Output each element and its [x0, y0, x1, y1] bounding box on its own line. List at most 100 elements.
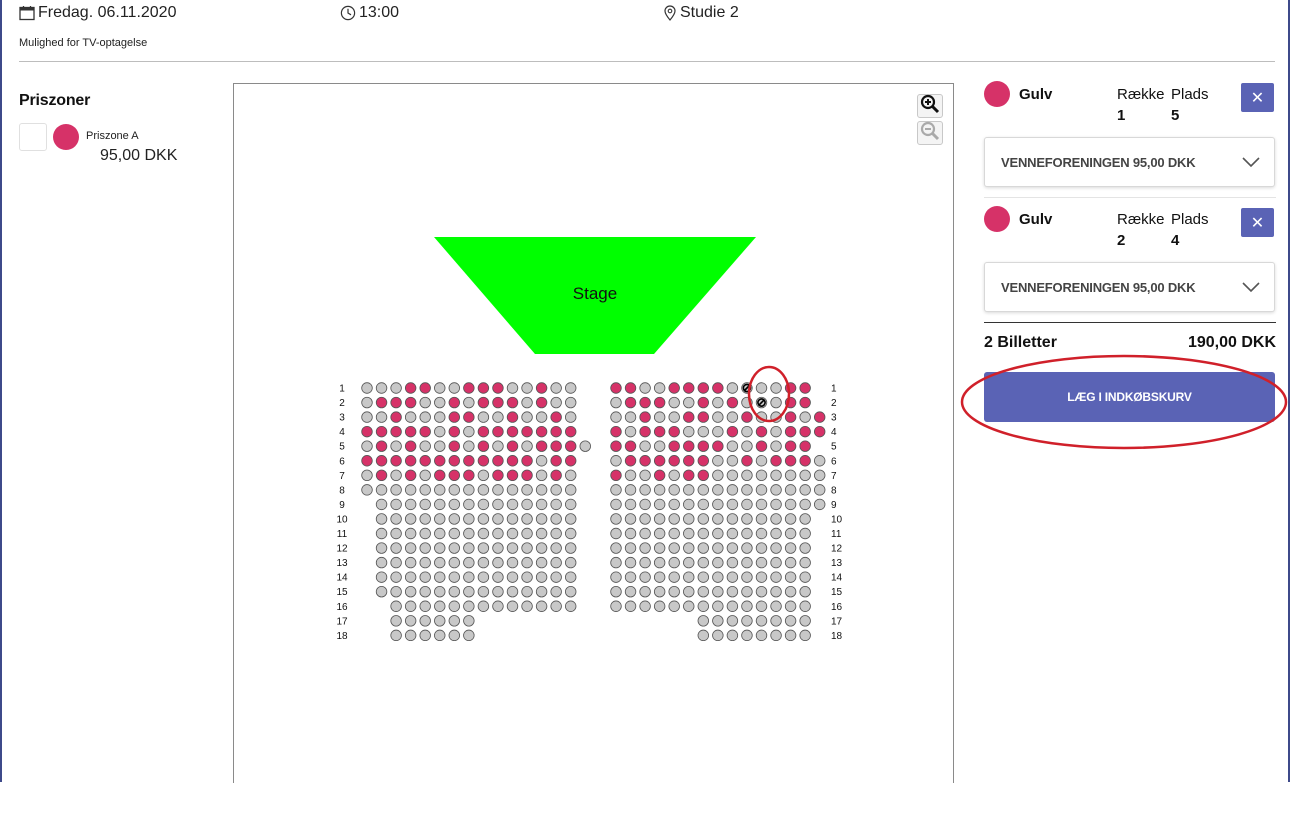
pricezone-item[interactable]: Priszone A 95,00 DKK	[19, 123, 219, 164]
seat[interactable]	[390, 469, 402, 482]
seat[interactable]	[755, 513, 768, 525]
seat[interactable]	[477, 571, 490, 583]
seat[interactable]	[770, 440, 782, 452]
seat[interactable]	[404, 469, 417, 482]
seat[interactable]	[814, 411, 826, 423]
seat[interactable]	[361, 440, 373, 452]
seat[interactable]	[697, 469, 710, 482]
seat[interactable]	[404, 411, 417, 423]
seat[interactable]	[419, 571, 431, 583]
seat[interactable]	[565, 411, 577, 423]
seat[interactable]	[683, 586, 695, 598]
seat[interactable]	[463, 411, 475, 423]
seat[interactable]	[535, 571, 548, 583]
seat[interactable]	[361, 396, 373, 409]
seat[interactable]	[477, 600, 490, 612]
seat[interactable]	[361, 484, 373, 496]
seat[interactable]	[448, 455, 461, 467]
seat[interactable]	[741, 586, 753, 598]
seat[interactable]	[784, 600, 797, 612]
seat[interactable]	[550, 571, 562, 583]
seat[interactable]	[770, 527, 782, 540]
seat[interactable]	[726, 615, 739, 627]
seat[interactable]	[683, 455, 695, 467]
seat[interactable]	[610, 586, 622, 598]
seat[interactable]	[653, 425, 666, 438]
seat[interactable]	[799, 425, 811, 438]
seat[interactable]	[784, 615, 797, 627]
seat[interactable]	[610, 396, 622, 409]
seat[interactable]	[404, 600, 417, 612]
seat[interactable]	[550, 513, 562, 525]
seat[interactable]	[624, 396, 637, 409]
seat[interactable]	[741, 600, 753, 612]
seat[interactable]	[535, 440, 548, 452]
seat[interactable]	[463, 396, 475, 409]
seat[interactable]	[653, 440, 666, 452]
seat[interactable]	[697, 542, 710, 554]
seat[interactable]	[390, 586, 402, 598]
seat[interactable]	[712, 396, 724, 409]
seat[interactable]	[390, 425, 402, 438]
seat[interactable]	[814, 455, 826, 467]
seat[interactable]	[784, 411, 797, 423]
seat[interactable]	[668, 542, 680, 554]
seat[interactable]	[492, 513, 504, 525]
seat[interactable]	[799, 396, 811, 409]
seat[interactable]	[477, 498, 490, 511]
seat[interactable]	[477, 484, 490, 496]
seat[interactable]	[712, 527, 724, 540]
seat[interactable]	[668, 513, 680, 525]
seat[interactable]	[653, 382, 666, 394]
seat[interactable]	[755, 440, 768, 452]
seat[interactable]	[565, 469, 577, 482]
seat[interactable]	[639, 425, 651, 438]
seat[interactable]	[639, 469, 651, 482]
seat[interactable]	[799, 527, 811, 540]
seat[interactable]	[535, 527, 548, 540]
seat[interactable]	[755, 615, 768, 627]
seat[interactable]	[624, 425, 637, 438]
seat[interactable]	[521, 542, 533, 554]
seat[interactable]	[448, 586, 461, 598]
seat[interactable]	[784, 469, 797, 482]
seat[interactable]	[799, 556, 811, 569]
seat[interactable]	[639, 556, 651, 569]
seat[interactable]	[770, 469, 782, 482]
seat[interactable]	[463, 527, 475, 540]
seat[interactable]	[784, 455, 797, 467]
seat[interactable]	[683, 469, 695, 482]
seat[interactable]	[610, 425, 622, 438]
seat[interactable]	[726, 469, 739, 482]
seat[interactable]	[419, 542, 431, 554]
seat[interactable]	[448, 600, 461, 612]
seat[interactable]	[726, 542, 739, 554]
seat[interactable]	[697, 382, 710, 394]
seat[interactable]	[683, 440, 695, 452]
seat[interactable]	[799, 382, 811, 394]
seat[interactable]	[712, 542, 724, 554]
seat[interactable]	[419, 484, 431, 496]
seat[interactable]	[492, 411, 504, 423]
seat[interactable]	[492, 542, 504, 554]
seat[interactable]	[463, 556, 475, 569]
seat[interactable]	[550, 498, 562, 511]
seat[interactable]	[814, 498, 826, 511]
seat[interactable]	[506, 484, 519, 496]
seat[interactable]	[610, 469, 622, 482]
seat[interactable]	[712, 440, 724, 452]
seat[interactable]	[683, 527, 695, 540]
seat[interactable]	[390, 542, 402, 554]
seat[interactable]	[506, 396, 519, 409]
seat[interactable]	[755, 571, 768, 583]
seat[interactable]	[668, 440, 680, 452]
seat[interactable]	[506, 600, 519, 612]
seat[interactable]	[535, 469, 548, 482]
seat[interactable]	[463, 425, 475, 438]
seat[interactable]	[492, 527, 504, 540]
seat[interactable]	[653, 527, 666, 540]
seat[interactable]	[565, 542, 577, 554]
seat[interactable]	[477, 513, 490, 525]
seat[interactable]	[683, 484, 695, 496]
seat[interactable]	[712, 600, 724, 612]
